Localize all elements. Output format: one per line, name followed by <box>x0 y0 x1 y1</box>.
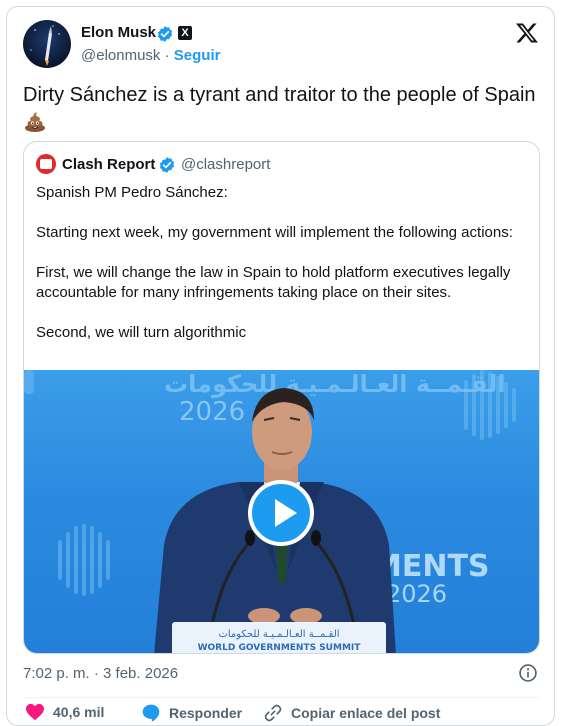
like-count: 40,6 mil <box>53 704 105 720</box>
quoted-author-handle: @clashreport <box>181 156 271 173</box>
footer-divider <box>23 697 540 698</box>
embedded-tweet-card: Elon Musk X @elonmusk · Seguir Dirty Sán… <box>6 6 555 726</box>
author-handle[interactable]: @elonmusk <box>81 47 160 64</box>
play-button[interactable] <box>248 480 314 546</box>
quoted-author-name: Clash Report <box>62 156 156 173</box>
quoted-paragraph: Second, we will turn algorithmic <box>36 324 247 341</box>
verified-badge-icon <box>157 26 173 42</box>
podium-text: WORLD GOVERNMENTS SUMMIT <box>198 643 362 653</box>
quoted-paragraph: Starting next week, my government will i… <box>36 224 513 241</box>
quoted-tweet[interactable]: Clash Report @clashreport Spanish PM Ped… <box>23 141 540 654</box>
backdrop-year-right: 2026 <box>386 580 447 608</box>
reply-bubble-icon <box>142 704 160 722</box>
quoted-paragraph: Spanish PM Pedro Sánchez: <box>36 184 228 201</box>
quoted-paragraph: First, we will change the law in Spain t… <box>36 264 511 301</box>
tweet-text-block: Dirty Sánchez is a tyrant and traitor to… <box>23 83 548 133</box>
quoted-tweet-body: Spanish PM Pedro Sánchez: Starting next … <box>36 183 531 363</box>
x-logo-icon[interactable] <box>515 21 539 45</box>
pile-of-poo-icon <box>25 112 45 132</box>
author-avatar[interactable] <box>23 20 71 68</box>
handle-separator: · <box>164 47 170 64</box>
play-icon <box>275 499 297 527</box>
author-handle-row: @elonmusk · Seguir <box>81 47 220 64</box>
link-icon <box>264 704 282 722</box>
copy-link-button[interactable]: Copiar enlace del post <box>263 703 440 723</box>
quoted-author-avatar <box>36 154 56 174</box>
info-icon[interactable] <box>518 663 538 683</box>
tweet-timestamp[interactable]: 7:02 p. m. · 3 feb. 2026 <box>23 665 178 682</box>
like-button[interactable]: 40,6 mil <box>25 703 104 721</box>
tweet-text: Dirty Sánchez is a tyrant and traitor to… <box>23 84 536 106</box>
backdrop-arabic-text: القـمــة العـالـمـيـة للحكومات <box>164 370 506 398</box>
copy-link-label: Copiar enlace del post <box>291 705 441 721</box>
reply-label: Responder <box>169 705 243 721</box>
backdrop-year: 2026 <box>179 397 245 427</box>
podium-arabic-text: القـمــة العـالـمـيـة للحكومات <box>218 629 339 640</box>
author-name[interactable]: Elon Musk <box>81 24 156 41</box>
heart-icon <box>26 703 44 721</box>
follow-button[interactable]: Seguir <box>174 47 221 64</box>
quoted-verified-badge-icon <box>159 157 175 173</box>
reply-button[interactable]: Responder <box>141 703 242 723</box>
video-thumbnail[interactable]: القـمــة العـالـمـيـة للحكومات 2026 MENT… <box>24 370 539 653</box>
x-affiliation-icon: X <box>178 26 192 40</box>
